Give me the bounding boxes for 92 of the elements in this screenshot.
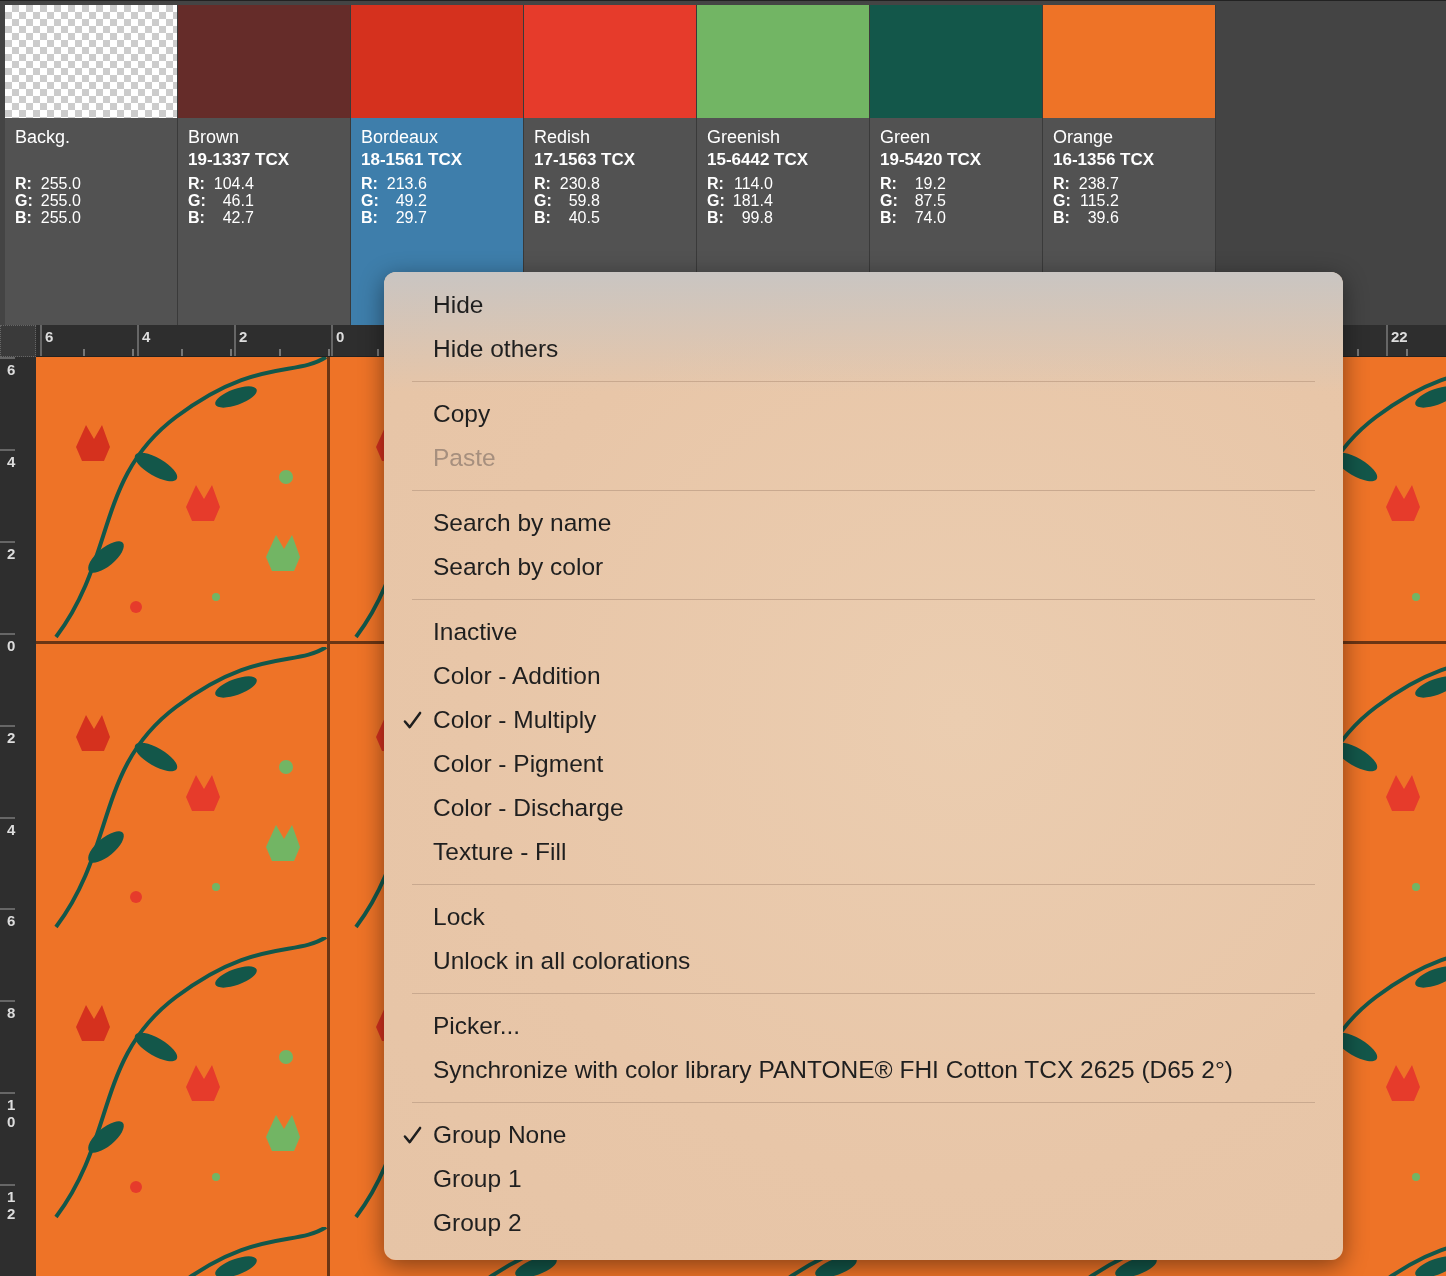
channel-value: 213.6 bbox=[385, 175, 427, 192]
swatch-code: 16-1356 TCX bbox=[1053, 149, 1156, 171]
ruler-label: 4 bbox=[0, 448, 15, 541]
swatch-info-panel[interactable]: Backg. R: 255.0 G: 255.0 B: 255.0 bbox=[5, 118, 177, 325]
ruler-label: 2 bbox=[0, 540, 15, 633]
menu-item[interactable]: Color - Multiply bbox=[433, 706, 597, 734]
channel-label: R: bbox=[15, 175, 33, 192]
color-swatch[interactable] bbox=[351, 5, 523, 118]
ruler-label: 10 bbox=[0, 1092, 15, 1185]
channel-label: G: bbox=[534, 192, 552, 209]
channel-value: 29.7 bbox=[394, 209, 427, 226]
channel-value: 230.8 bbox=[558, 175, 600, 192]
menu-item[interactable]: Hide others bbox=[433, 335, 559, 363]
channel-label: R: bbox=[707, 175, 725, 192]
menu-item[interactable]: Unlock in all colorations bbox=[433, 947, 691, 975]
channel-label: G: bbox=[1053, 192, 1071, 209]
swatch-name: Redish bbox=[534, 126, 592, 148]
swatch-name: Orange bbox=[1053, 126, 1115, 148]
channel-value: 115.2 bbox=[1078, 192, 1119, 209]
ruler-label: 12 bbox=[0, 1184, 15, 1276]
channel-value: 59.8 bbox=[567, 192, 600, 209]
channel-value: 40.5 bbox=[567, 209, 600, 226]
channel-label: G: bbox=[880, 192, 898, 209]
channel-label: B: bbox=[534, 209, 552, 226]
swatch-name: Green bbox=[880, 126, 932, 148]
channel-label: G: bbox=[15, 192, 33, 209]
swatch-code: 19-1337 TCX bbox=[188, 149, 291, 171]
channel-label: B: bbox=[361, 209, 379, 226]
channel-label: R: bbox=[880, 175, 898, 192]
channel-value: 99.8 bbox=[740, 209, 773, 226]
channel-value: 46.1 bbox=[221, 192, 254, 209]
channel-value: 181.4 bbox=[731, 192, 773, 209]
channel-value: 19.2 bbox=[913, 175, 946, 192]
menu-item[interactable]: Group None bbox=[433, 1121, 567, 1149]
channel-value: 49.2 bbox=[394, 192, 427, 209]
channel-value: 104.4 bbox=[212, 175, 254, 192]
swatch-code: 18-1561 TCX bbox=[361, 149, 464, 171]
channel-label: B: bbox=[188, 209, 206, 226]
ruler-label: 2 bbox=[0, 724, 15, 817]
menu-item[interactable]: Copy bbox=[433, 400, 491, 428]
ruler-label: 8 bbox=[0, 1000, 15, 1093]
channel-value: 74.0 bbox=[913, 209, 946, 226]
swatch-code: 17-1563 TCX bbox=[534, 149, 637, 171]
channel-value: 255.0 bbox=[39, 209, 81, 226]
color-swatch[interactable] bbox=[697, 5, 869, 118]
swatch-code: 19-5420 TCX bbox=[880, 149, 983, 171]
menu-item[interactable]: Picker... bbox=[433, 1012, 521, 1040]
menu-item[interactable]: Synchronize with color library PANTONE® FHI Cotton TCX 2625 (D65 2°) bbox=[433, 1056, 1233, 1084]
menu-item[interactable]: Lock bbox=[433, 903, 485, 931]
channel-label: B: bbox=[15, 209, 33, 226]
menu-item[interactable]: Color - Discharge bbox=[433, 794, 624, 822]
transparent-swatch[interactable] bbox=[5, 5, 177, 118]
menu-item[interactable]: Color - Pigment bbox=[433, 750, 604, 778]
swatch-name: Backg. bbox=[15, 126, 72, 148]
ruler-label: 6 bbox=[0, 357, 15, 449]
menu-item[interactable]: Hide bbox=[433, 291, 484, 319]
channel-value: 255.0 bbox=[39, 175, 81, 192]
channel-label: G: bbox=[361, 192, 379, 209]
color-swatch[interactable] bbox=[524, 5, 696, 118]
menu-item[interactable]: Inactive bbox=[433, 618, 518, 646]
menu-item[interactable]: Group 2 bbox=[433, 1209, 522, 1237]
channel-label: R: bbox=[361, 175, 379, 192]
swatch-name: Greenish bbox=[707, 126, 782, 148]
channel-label: R: bbox=[534, 175, 552, 192]
channel-value: 42.7 bbox=[221, 209, 254, 226]
channel-label: G: bbox=[188, 192, 206, 209]
channel-label: R: bbox=[188, 175, 206, 192]
color-swatch[interactable] bbox=[1043, 5, 1215, 118]
channel-label: B: bbox=[1053, 209, 1071, 226]
swatch-name: Bordeaux bbox=[361, 126, 440, 148]
swatch-info-panel[interactable]: Brown 19-1337 TCX R: 104.4 G: 46.1 B: 42.7 bbox=[178, 118, 350, 325]
menu-item[interactable]: Group 1 bbox=[433, 1165, 522, 1193]
channel-label: R: bbox=[1053, 175, 1071, 192]
ruler-label: 0 bbox=[0, 632, 15, 725]
menu-item[interactable]: Color - Addition bbox=[433, 662, 601, 690]
channel-label: B: bbox=[880, 209, 898, 226]
channel-value: 238.7 bbox=[1077, 175, 1119, 192]
ruler-label: 6 bbox=[0, 908, 15, 1001]
ruler-label: 4 bbox=[0, 816, 15, 909]
channel-label: G: bbox=[707, 192, 725, 209]
channel-value: 114.0 bbox=[732, 175, 773, 192]
color-swatch[interactable] bbox=[870, 5, 1042, 118]
color-swatch[interactable] bbox=[178, 5, 350, 118]
channel-value: 39.6 bbox=[1086, 209, 1119, 226]
menu-item[interactable]: Search by name bbox=[433, 509, 612, 537]
menu-item[interactable]: Texture - Fill bbox=[433, 838, 567, 866]
swatch-name: Brown bbox=[188, 126, 241, 148]
channel-label: B: bbox=[707, 209, 725, 226]
channel-value: 87.5 bbox=[913, 192, 946, 209]
channel-value: 255.0 bbox=[39, 192, 81, 209]
menu-item[interactable]: Search by color bbox=[433, 553, 604, 581]
swatch-code: 15-6442 TCX bbox=[707, 149, 810, 171]
